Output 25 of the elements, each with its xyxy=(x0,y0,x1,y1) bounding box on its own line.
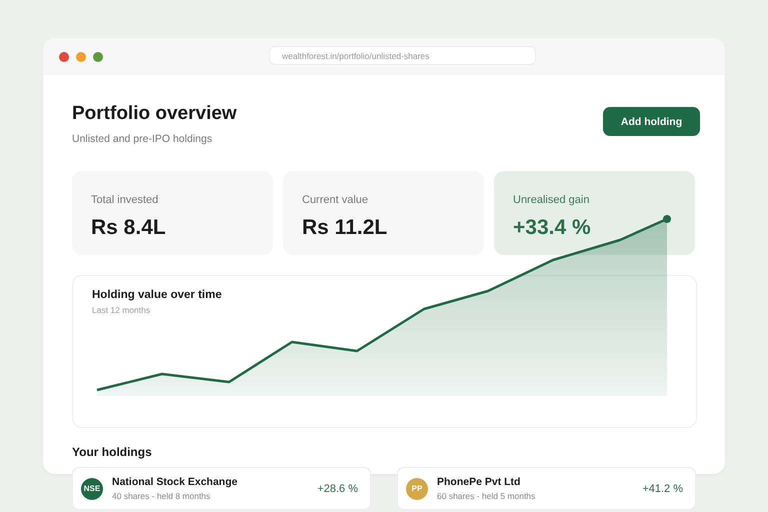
gain-percent: +41.2 % xyxy=(642,482,683,494)
company-name: National Stock Exchange xyxy=(112,476,238,488)
close-icon[interactable] xyxy=(59,52,69,62)
company-avatar: PP xyxy=(406,478,428,500)
chart-subtitle: Last 12 months xyxy=(92,305,150,315)
holding-detail: 40 shares - held 8 months xyxy=(112,491,210,501)
stat-value: +33.4 % xyxy=(513,216,591,240)
add-holding-button[interactable]: Add holding xyxy=(603,107,700,136)
holding-detail: 60 shares - held 5 months xyxy=(437,491,536,501)
company-name: PhonePe Pvt Ltd xyxy=(437,476,520,488)
gain-percent: +28.6 % xyxy=(317,482,358,494)
section-heading: Your holdings xyxy=(72,445,152,459)
stat-value: Rs 8.4L xyxy=(91,216,166,240)
page-subtitle: Unlisted and pre-IPO holdings xyxy=(72,133,212,145)
chart-title: Holding value over time xyxy=(92,289,222,301)
holding-card[interactable]: NSE National Stock Exchange 40 shares - held 8 months +28.6 % xyxy=(72,467,371,510)
stat-label: Total invested xyxy=(91,194,158,206)
holding-card[interactable]: PP PhonePe Pvt Ltd 60 shares - held 5 months +41.2 % xyxy=(397,467,696,510)
maximize-icon[interactable] xyxy=(93,52,103,62)
company-avatar: NSE xyxy=(81,478,103,500)
stat-label: Unrealised gain xyxy=(513,194,590,206)
minimize-icon[interactable] xyxy=(76,52,86,62)
stat-value: Rs 11.2L xyxy=(302,216,388,240)
stat-label: Current value xyxy=(302,194,368,206)
page-title: Portfolio overview xyxy=(72,103,237,125)
